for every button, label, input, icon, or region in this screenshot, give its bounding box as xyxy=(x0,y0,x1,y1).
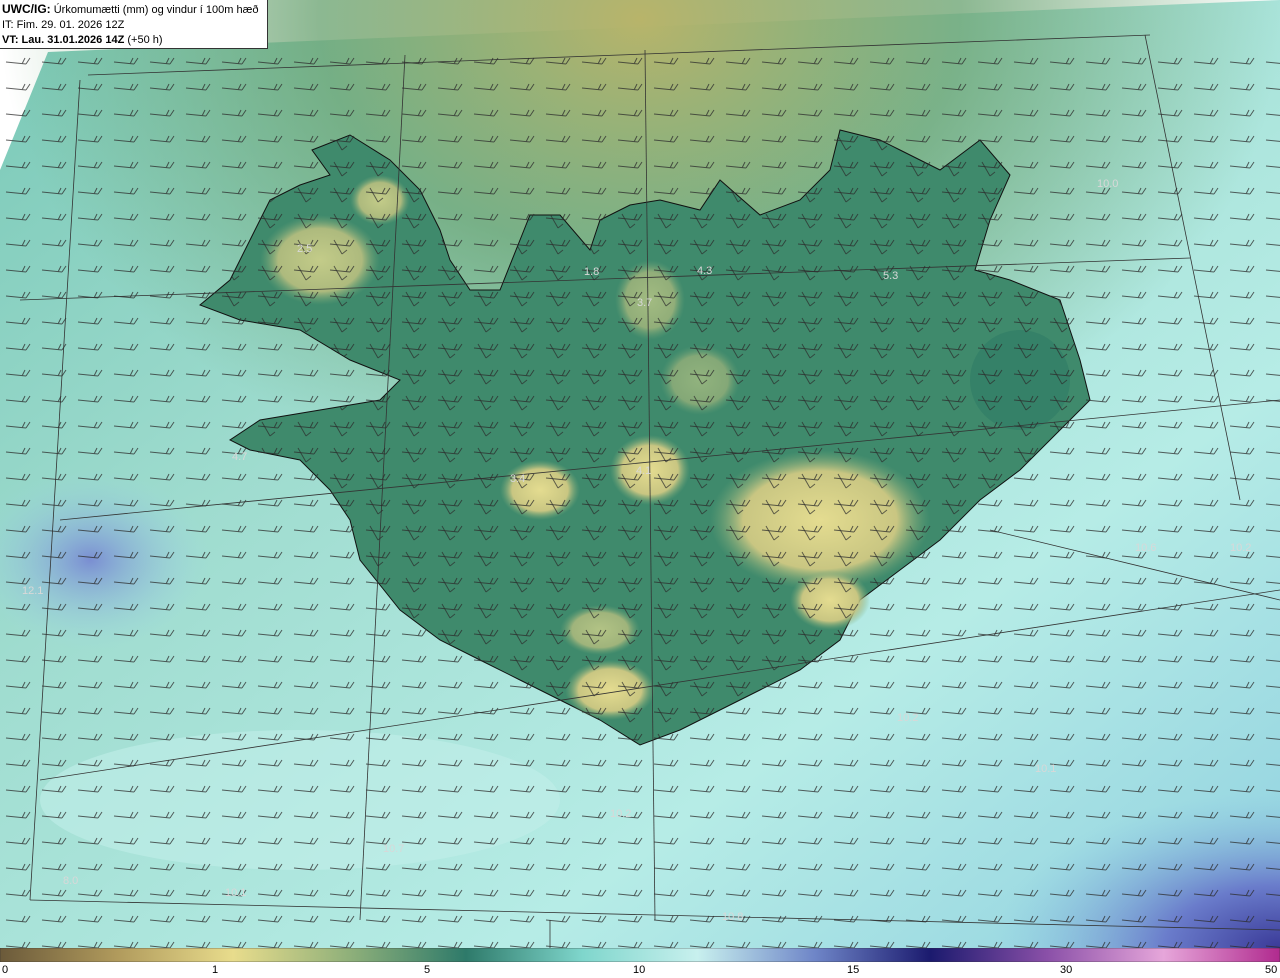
value-label: 12.1 xyxy=(22,585,43,597)
value-label: 3.4 xyxy=(510,473,525,485)
legend-tick: 50 xyxy=(1265,964,1278,976)
valid-time: VT: Lau. 31.01.2026 14Z xyxy=(2,34,125,46)
color-scale-bar xyxy=(0,948,1280,962)
value-label: 4.7 xyxy=(232,451,247,463)
title-line: UWC/IG: Úrkomumætti (mm) og vindur í 100… xyxy=(2,2,267,18)
value-label: 10.1 xyxy=(1035,763,1056,775)
value-label: 10.2 xyxy=(1230,542,1251,554)
init-time: IT: Fim. 29. 01. 2026 12Z xyxy=(2,19,125,31)
value-label: 10.7 xyxy=(383,843,404,855)
value-label: 10.8 xyxy=(722,911,743,923)
valid-time-line: VT: Lau. 31.01.2026 14Z (+50 h) xyxy=(2,33,267,48)
value-label: 10.2 xyxy=(610,808,631,820)
value-label: 4.3 xyxy=(697,265,712,277)
model-name: UWC/IG: xyxy=(2,2,51,16)
legend-tick: 5 xyxy=(424,964,431,976)
value-label: 10.6 xyxy=(1135,542,1156,554)
legend-tick: 30 xyxy=(1060,964,1073,976)
legend-tick: 10 xyxy=(633,964,646,976)
value-label: 4.1 xyxy=(636,465,651,477)
value-label: 10.2 xyxy=(897,712,918,724)
value-label: 1.8 xyxy=(584,266,599,278)
color-scale-labels: 0 1 5 10 15 30 50 xyxy=(0,962,1280,978)
legend-tick: 15 xyxy=(847,964,860,976)
value-label: 10.1 xyxy=(225,887,246,899)
map-title: Úrkomumætti (mm) og vindur í 100m hæð xyxy=(53,4,259,16)
weather-map[interactable]: 10.0 2.5 1.8 3.7 4.3 5.3 4.7 3.4 4.1 10.… xyxy=(0,0,1280,948)
legend-tick: 0 xyxy=(2,964,9,976)
value-label: 2.5 xyxy=(297,243,312,255)
value-label: 5.3 xyxy=(883,270,898,282)
value-label: 10.0 xyxy=(1097,178,1118,190)
map-header: UWC/IG: Úrkomumætti (mm) og vindur í 100… xyxy=(0,0,268,49)
legend-tick: 1 xyxy=(212,964,219,976)
forecast-hour: (+50 h) xyxy=(127,34,163,46)
value-label: 3.7 xyxy=(637,297,652,309)
value-label: 8.0 xyxy=(63,875,78,887)
precipitation-wind-map: 10.0 2.5 1.8 3.7 4.3 5.3 4.7 3.4 4.1 10.… xyxy=(0,0,1280,948)
